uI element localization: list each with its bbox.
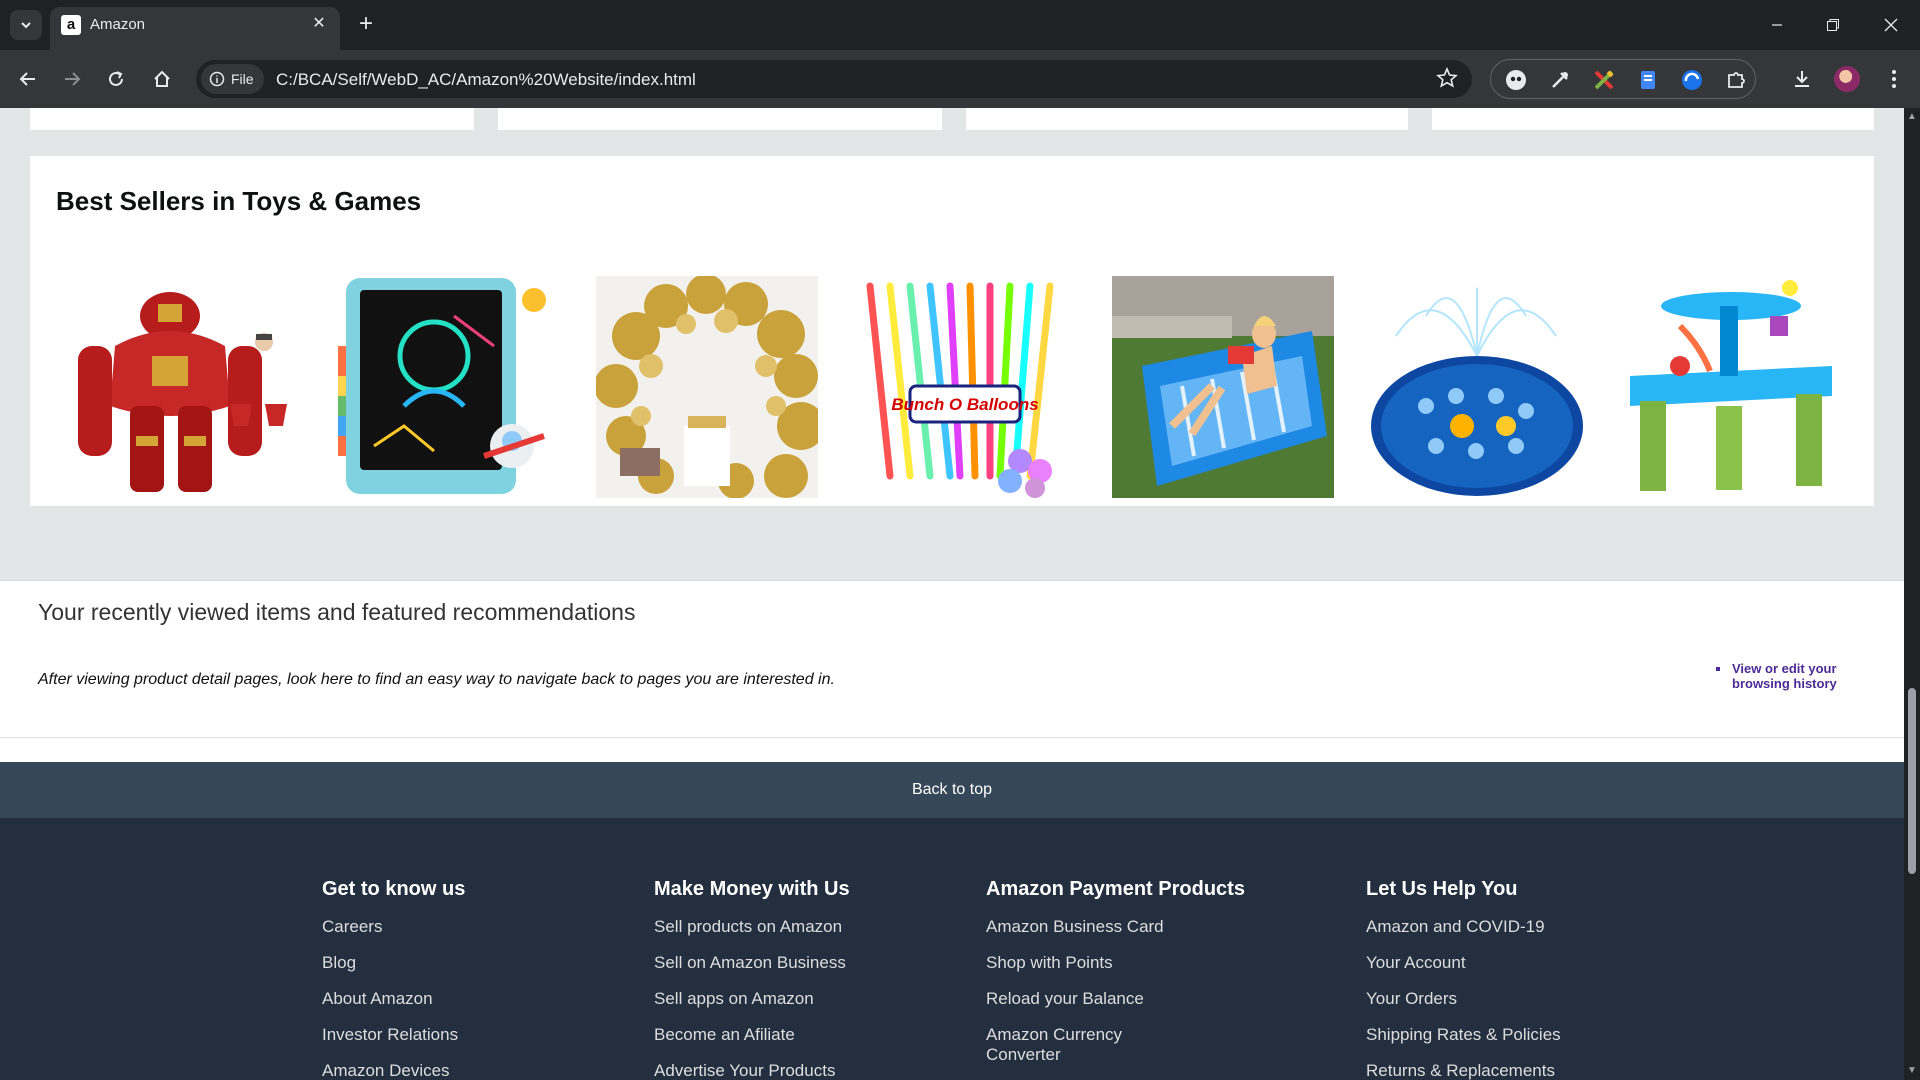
tab-search-button[interactable] xyxy=(10,10,42,40)
footer-heading: Make Money with Us xyxy=(654,878,850,900)
home-icon xyxy=(154,70,170,87)
home-button[interactable] xyxy=(146,63,178,95)
arrow-right-icon xyxy=(65,72,81,86)
ghost-extension-icon[interactable] xyxy=(1505,69,1527,91)
footer-column-make-money: Make Money with Us Sell products on Amaz… xyxy=(654,878,850,1080)
footer-link-returns[interactable]: Returns & Replacements xyxy=(1366,1061,1561,1080)
docs-extension-icon[interactable] xyxy=(1637,69,1659,91)
browsing-history-link[interactable]: View or edit your browsing history xyxy=(1716,661,1846,691)
chevron-down-icon xyxy=(21,22,31,29)
footer-link-sell-business[interactable]: Sell on Amazon Business xyxy=(654,953,850,973)
footer-link-blog[interactable]: Blog xyxy=(322,953,465,973)
tab-close-icon[interactable]: ✕ xyxy=(308,13,330,35)
footer-link-affiliate[interactable]: Become an Afiliate xyxy=(654,1025,850,1045)
footer-link-covid[interactable]: Amazon and COVID-19 xyxy=(1366,917,1561,937)
product-image-drawing-tablet[interactable] xyxy=(334,276,556,498)
site-chip-label: File xyxy=(231,71,254,87)
footer-link-investor-relations[interactable]: Investor Relations xyxy=(322,1025,465,1045)
url-text[interactable]: C:/BCA/Self/WebD_AC/Amazon%20Website/ind… xyxy=(276,70,696,90)
restore-icon xyxy=(1827,19,1839,31)
product-image-splash-pad[interactable] xyxy=(1366,276,1588,498)
product-image-action-figure[interactable] xyxy=(70,276,292,498)
new-tab-button[interactable]: + xyxy=(352,10,380,38)
back-button[interactable] xyxy=(12,63,44,95)
download-icon xyxy=(1795,71,1809,87)
product-image-water-balloons[interactable]: Bunch O Balloons xyxy=(850,276,1072,498)
spacer xyxy=(0,738,1904,762)
footer-link-reload-balance[interactable]: Reload your Balance xyxy=(986,989,1245,1009)
footer-link-shop-with-points[interactable]: Shop with Points xyxy=(986,953,1245,973)
kebab-menu-icon xyxy=(1892,70,1896,88)
scroll-thumb[interactable] xyxy=(1908,688,1916,874)
info-icon xyxy=(209,71,225,87)
footer-column-help: Let Us Help You Amazon and COVID-19 Your… xyxy=(1366,878,1561,1080)
recently-viewed-description: After viewing product detail pages, look… xyxy=(38,671,835,688)
footer-link-business-card[interactable]: Amazon Business Card xyxy=(986,917,1245,937)
page-scrollbar[interactable]: ▲ ▼ xyxy=(1904,108,1920,1080)
browser-toolbar: File C:/BCA/Self/WebD_AC/Amazon%20Websit… xyxy=(0,50,1920,108)
reload-icon xyxy=(109,71,123,86)
footer-link-amazon-devices[interactable]: Amazon Devices xyxy=(322,1061,465,1080)
previous-card xyxy=(498,108,942,130)
footer-link-your-account[interactable]: Your Account xyxy=(1366,953,1561,973)
close-window-button[interactable] xyxy=(1868,0,1914,50)
amazon-favicon-icon: a xyxy=(61,15,81,35)
reload-button[interactable] xyxy=(100,63,132,95)
browser-menu-button[interactable] xyxy=(1878,63,1910,95)
best-sellers-section: Best Sellers in Toys & Games Bunch O Bal… xyxy=(30,156,1874,506)
bunch-o-balloons-label: Bunch O Balloons xyxy=(891,395,1038,414)
color-picker-extension-icon[interactable] xyxy=(1549,69,1571,91)
bookmark-star-icon[interactable] xyxy=(1436,66,1458,94)
footer-heading: Amazon Payment Products xyxy=(986,878,1245,900)
previous-card xyxy=(30,108,474,130)
product-image-balloon-arch[interactable] xyxy=(596,276,818,498)
tab-title: Amazon xyxy=(90,16,146,33)
previous-card xyxy=(1432,108,1874,130)
tab-strip: a Amazon ✕ + xyxy=(0,0,1920,50)
recently-viewed-section: Your recently viewed items and featured … xyxy=(0,580,1904,738)
profile-avatar[interactable] xyxy=(1834,66,1860,92)
footer-link-sell-products[interactable]: Sell products on Amazon xyxy=(654,917,850,937)
site-info-chip[interactable]: File xyxy=(201,64,264,94)
forward-button[interactable] xyxy=(56,63,88,95)
footer-heading: Get to know us xyxy=(322,878,466,900)
arrow-left-icon xyxy=(19,72,35,86)
section-title: Best Sellers in Toys & Games xyxy=(56,186,422,216)
scroll-up-arrow-icon[interactable]: ▲ xyxy=(1907,112,1917,122)
footer-link-sell-apps[interactable]: Sell apps on Amazon xyxy=(654,989,850,1009)
footer-link-your-orders[interactable]: Your Orders xyxy=(1366,989,1561,1009)
tools-extension-icon[interactable] xyxy=(1593,69,1615,91)
minimize-icon xyxy=(1772,24,1782,26)
puzzle-extensions-icon[interactable] xyxy=(1725,69,1747,91)
footer-column-get-to-know-us: Get to know us Careers Blog About Amazon… xyxy=(322,878,465,1080)
extensions-group xyxy=(1490,59,1756,99)
product-image-pool-lounger[interactable] xyxy=(1112,276,1334,498)
restore-button[interactable] xyxy=(1810,0,1856,50)
close-icon xyxy=(1884,18,1898,32)
vpn-extension-icon[interactable] xyxy=(1681,69,1703,91)
product-image-water-table[interactable] xyxy=(1620,276,1842,498)
footer-link-advertise[interactable]: Advertise Your Products xyxy=(654,1061,850,1080)
address-bar[interactable]: File C:/BCA/Self/WebD_AC/Amazon%20Websit… xyxy=(196,60,1472,98)
footer-link-currency-converter[interactable]: Amazon Currency Converter xyxy=(986,1025,1146,1065)
footer: Get to know us Careers Blog About Amazon… xyxy=(0,818,1904,1080)
footer-link-careers[interactable]: Careers xyxy=(322,917,465,937)
page-viewport: Best Sellers in Toys & Games Bunch O Bal… xyxy=(0,108,1904,1080)
minimize-button[interactable] xyxy=(1754,0,1800,50)
footer-column-payment-products: Amazon Payment Products Amazon Business … xyxy=(986,878,1245,1080)
previous-card xyxy=(966,108,1408,130)
recently-viewed-title: Your recently viewed items and featured … xyxy=(38,599,636,625)
scroll-down-arrow-icon[interactable]: ▼ xyxy=(1907,1066,1917,1076)
footer-heading: Let Us Help You xyxy=(1366,878,1518,900)
back-to-top-button[interactable]: Back to top xyxy=(0,762,1904,818)
footer-link-about-amazon[interactable]: About Amazon xyxy=(322,989,465,1009)
browser-tab-amazon[interactable]: a Amazon ✕ xyxy=(50,7,340,50)
downloads-button[interactable] xyxy=(1786,63,1818,95)
footer-link-shipping-rates[interactable]: Shipping Rates & Policies xyxy=(1366,1025,1561,1045)
